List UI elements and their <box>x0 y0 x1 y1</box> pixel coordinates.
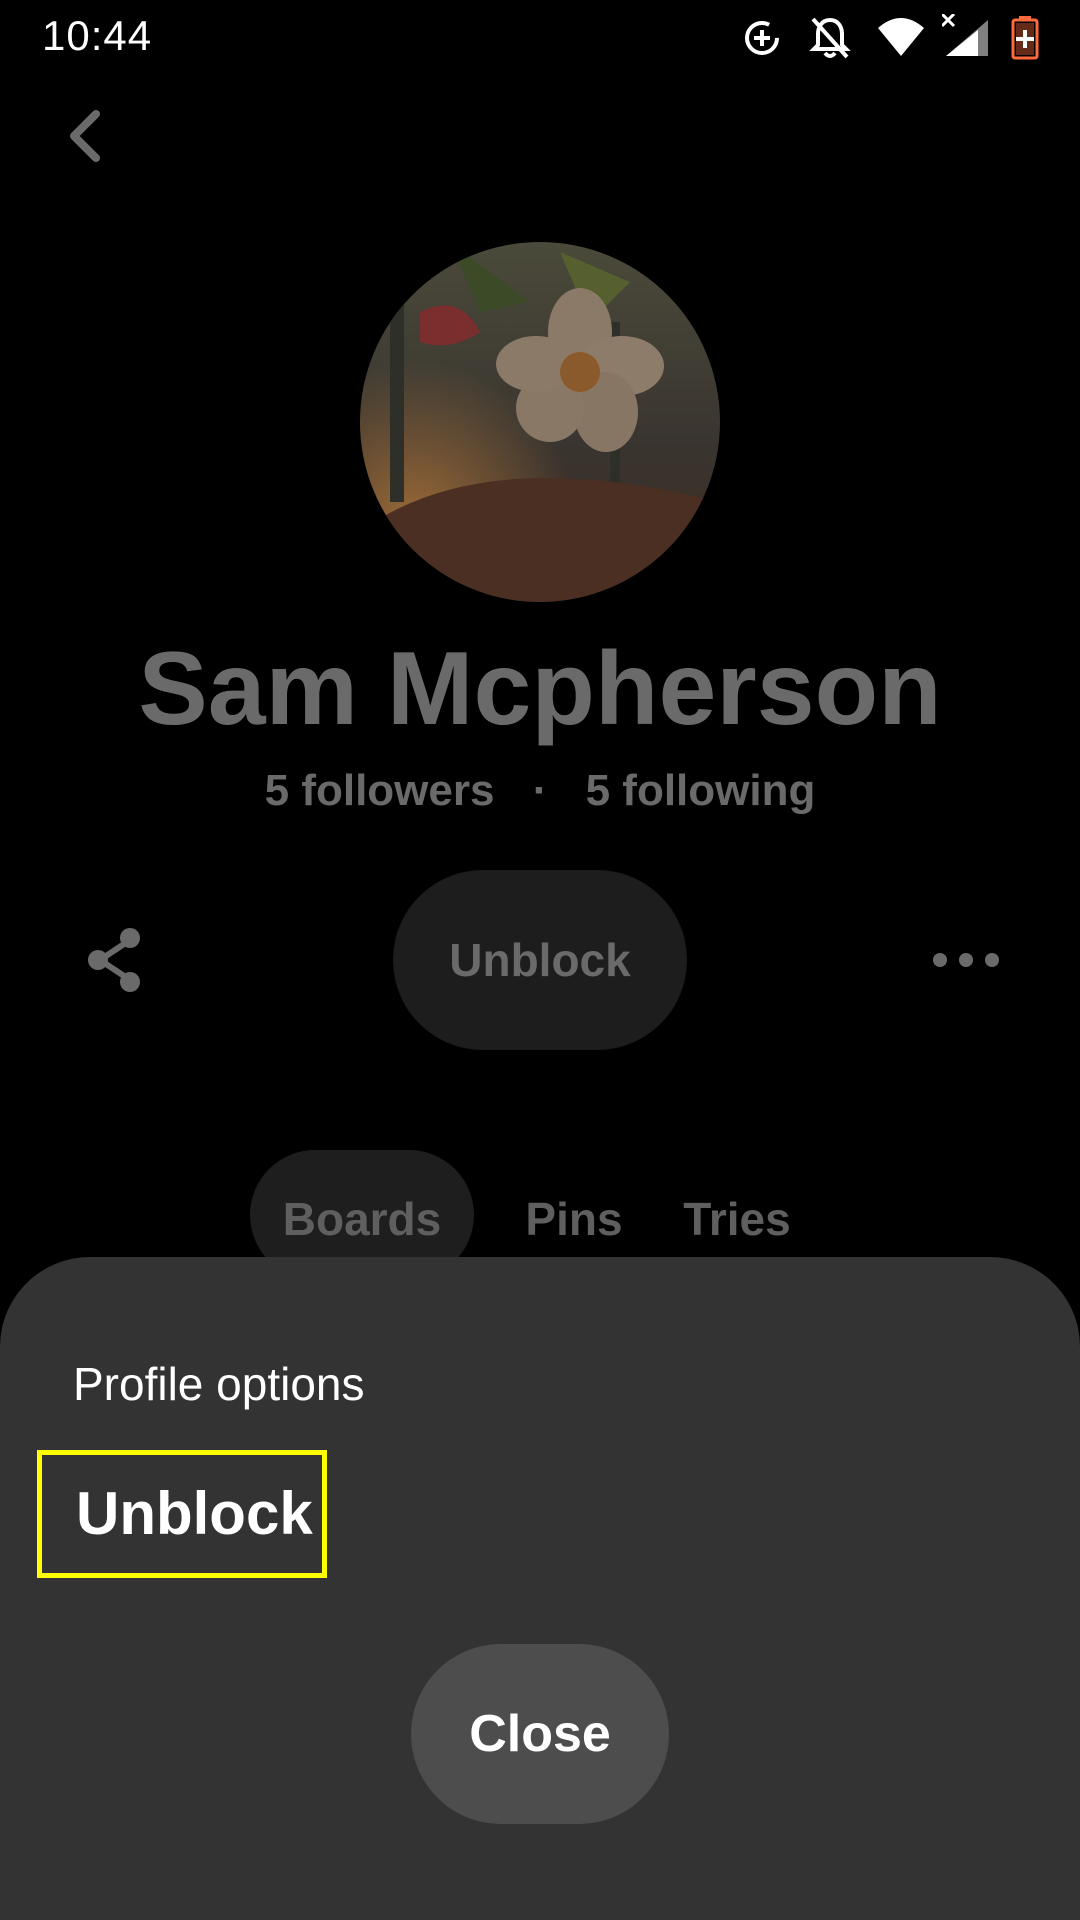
battery-charging-icon <box>1011 16 1039 60</box>
profile-name: Sam Mcpherson <box>138 631 942 747</box>
following-link[interactable]: 5 following <box>586 766 816 815</box>
cellular-signal-icon <box>942 14 988 56</box>
notifications-off-icon <box>809 17 851 59</box>
chevron-left-icon <box>70 110 100 162</box>
back-button[interactable] <box>56 104 120 168</box>
sheet-unblock-label: Unblock <box>76 1480 313 1547</box>
profile-options-sheet: Profile options Unblock Close <box>0 1257 1080 1920</box>
more-options-button[interactable] <box>930 940 1002 980</box>
share-button[interactable] <box>80 924 152 996</box>
sheet-unblock-option[interactable]: Unblock <box>37 1450 327 1578</box>
more-horizontal-icon <box>933 953 999 967</box>
followers-link[interactable]: 5 followers <box>265 766 495 815</box>
data-saver-icon <box>745 21 779 55</box>
wifi-icon <box>878 18 924 56</box>
screen: 10:44 Sam Mcpherson 5 followers · 5 foll… <box>0 0 1080 1920</box>
separator-dot: · <box>532 766 548 815</box>
follow-stats: 5 followers · 5 following <box>0 766 1080 816</box>
status-bar: 10:44 <box>0 0 1080 76</box>
status-time: 10:44 <box>42 12 153 59</box>
unblock-button[interactable]: Unblock <box>393 870 687 1050</box>
close-button[interactable]: Close <box>411 1644 669 1824</box>
share-icon <box>88 928 140 992</box>
sheet-title: Profile options <box>73 1358 365 1410</box>
avatar <box>360 242 720 602</box>
